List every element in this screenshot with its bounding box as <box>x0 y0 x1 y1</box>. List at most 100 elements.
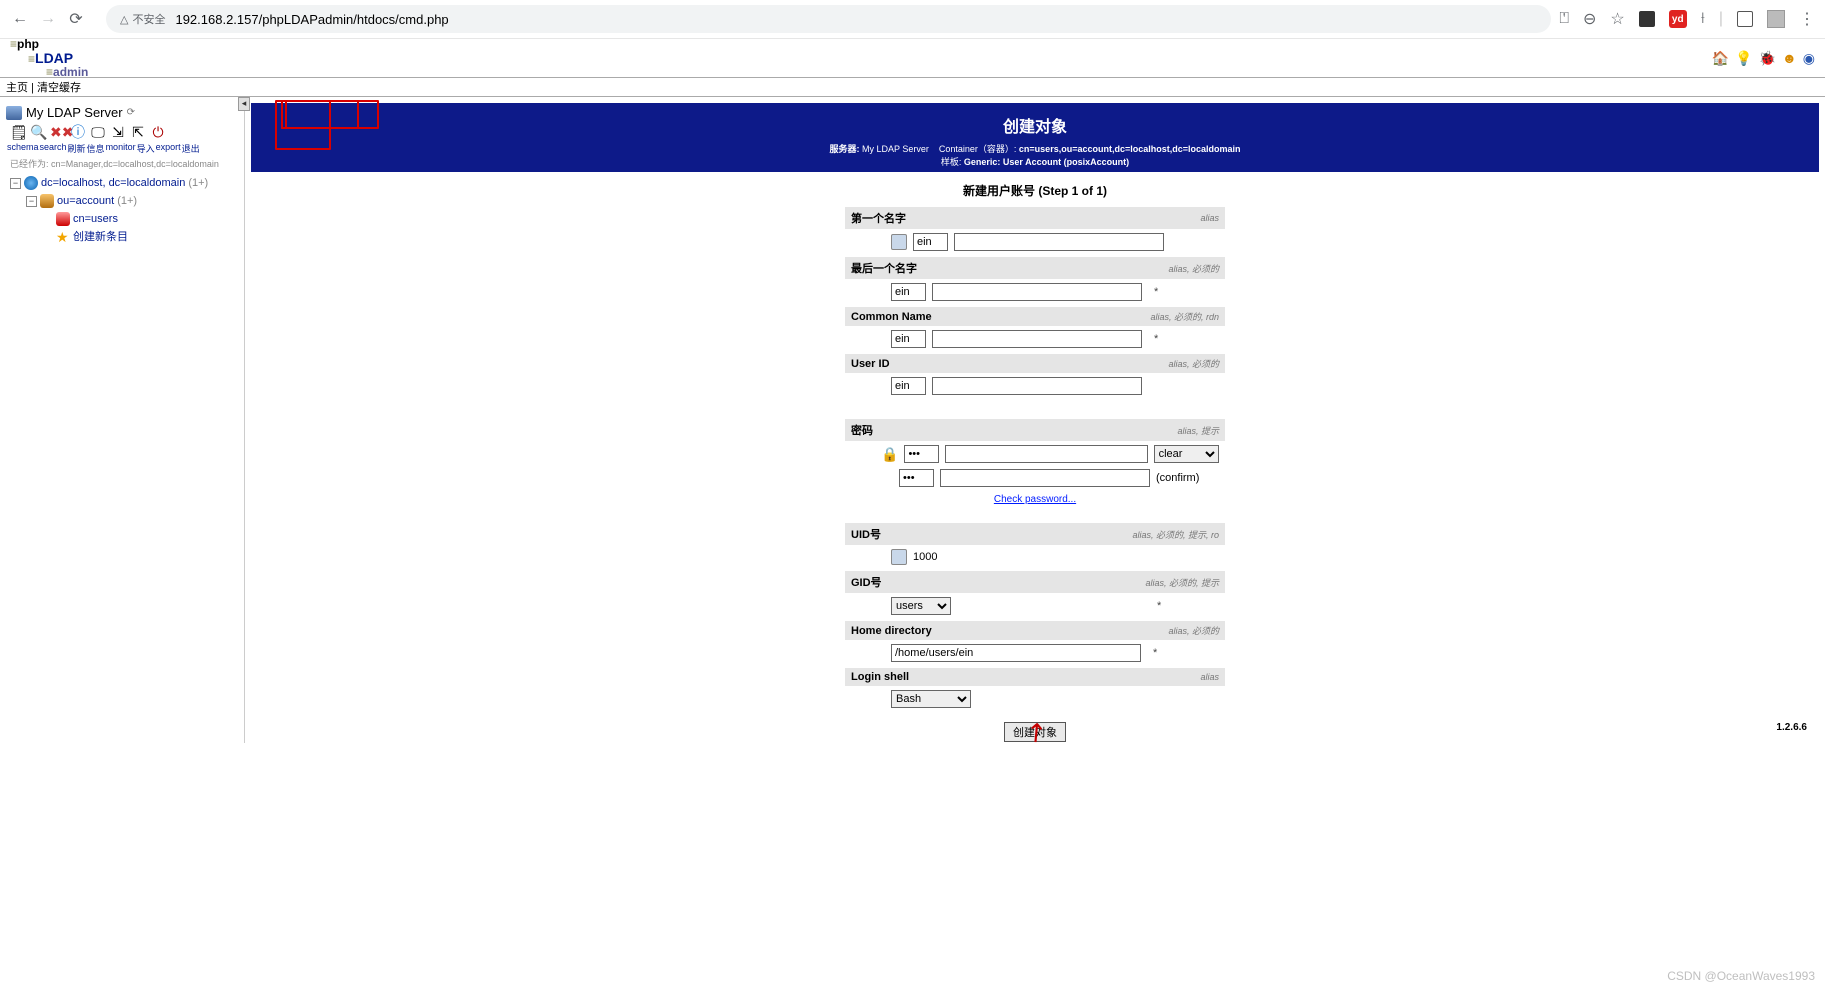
browser-chrome: ← → ⟳ △ 不安全 192.168.2.157/phpLDAPadmin/h… <box>0 0 1825 39</box>
sidepanel-icon[interactable] <box>1737 11 1753 27</box>
zoom-icon[interactable]: ⊖ <box>1583 9 1596 29</box>
server-toolbar: 🗒 🔍 ✖✖ ⓘ 🖵 ⇲ ⇱ ⏻ <box>6 122 242 142</box>
tree-new-entry[interactable]: 创建新条目 <box>73 228 128 246</box>
bug-icon[interactable]: 🐞 <box>1759 50 1776 67</box>
nav-forward-button[interactable]: → <box>38 9 58 29</box>
search-icon[interactable]: 🔍 <box>30 124 46 140</box>
tb-export[interactable]: export <box>156 142 181 155</box>
schema-icon[interactable]: 🗒 <box>10 124 26 140</box>
help-icon[interactable]: ◉ <box>1803 50 1815 67</box>
nav-reload-button[interactable]: ⟳ <box>66 9 86 29</box>
check-password-link[interactable]: Check password... <box>994 494 1076 505</box>
password-method-select[interactable]: clear <box>1154 445 1219 463</box>
cn-icon <box>56 212 70 226</box>
tree-collapse-icon[interactable]: − <box>26 196 37 207</box>
header-icons: 🏠 💡 🐞 ☻ ◉ <box>1712 50 1815 67</box>
password-confirm-input[interactable] <box>940 469 1150 487</box>
tb-schema[interactable]: schema <box>7 142 39 155</box>
section-first-name: 第一个名字alias <box>845 207 1225 229</box>
nav-back-button[interactable]: ← <box>10 9 30 29</box>
confirm-label: (confirm) <box>1156 472 1199 484</box>
nav-home[interactable]: 主页 <box>6 82 28 94</box>
extension-yd-icon[interactable]: yd <box>1669 10 1687 28</box>
star-icon: ★ <box>56 230 70 244</box>
import-icon[interactable]: ⇲ <box>110 124 126 140</box>
page-subtitle: 服务器: My LDAP Server Container（容器）: cn=us… <box>251 137 1819 168</box>
app-logo: ≡php ≡LDAP ≡admin <box>10 38 88 79</box>
tree-cn-users[interactable]: cn=users <box>73 210 118 228</box>
auth-as: 已经作为: cn=Manager,dc=localhost,dc=localdo… <box>6 155 242 172</box>
insecure-badge: △ 不安全 <box>120 11 165 27</box>
common-name-input[interactable] <box>932 330 1142 348</box>
common-name-prefix-input[interactable] <box>891 330 926 348</box>
server-icon <box>6 106 22 120</box>
bulb-icon[interactable]: 💡 <box>1735 50 1752 67</box>
ldap-tree: − dc=localhost, dc=localdomain (1+) − ou… <box>6 172 242 248</box>
tb-monitor[interactable]: monitor <box>106 142 136 155</box>
ou-icon <box>40 194 54 208</box>
uid-value: 1000 <box>913 551 937 563</box>
page-title: 创建对象 <box>251 113 1819 137</box>
tb-info[interactable]: 信息 <box>87 142 105 155</box>
tree-root[interactable]: dc=localhost, dc=localdomain <box>41 174 185 192</box>
server-title: My LDAP Server ⟳ <box>6 103 242 122</box>
first-name-prefix-input[interactable] <box>913 233 948 251</box>
section-user-id: User IDalias, 必须的 <box>845 354 1225 373</box>
globe-icon <box>24 176 38 190</box>
monitor-icon[interactable]: 🖵 <box>90 124 106 140</box>
home-icon[interactable]: 🏠 <box>1712 50 1729 67</box>
password-input[interactable] <box>945 445 1147 463</box>
server-toolbar-labels: schema search 刷新 信息 monitor 导入 export 退出 <box>6 142 242 155</box>
server-refresh-icon[interactable]: ⟳ <box>127 107 135 118</box>
profile-avatar[interactable] <box>1767 10 1785 28</box>
user-id-prefix-input[interactable] <box>891 377 926 395</box>
page-header: 创建对象 服务器: My LDAP Server Container（容器）: … <box>251 103 1819 172</box>
info-icon[interactable]: ⓘ <box>70 124 86 140</box>
refresh-icon[interactable]: ✖✖ <box>50 124 66 140</box>
url-text: 192.168.2.157/phpLDAPadmin/htdocs/cmd.ph… <box>175 12 448 27</box>
browser-actions: ⍞ ⊖ ☆ yd ⟊ | ⋮ <box>1559 9 1815 29</box>
person-icon <box>891 234 907 250</box>
password-prefix-input[interactable] <box>904 445 939 463</box>
section-last-name: 最后一个名字alias, 必须的 <box>845 257 1225 279</box>
address-bar[interactable]: △ 不安全 192.168.2.157/phpLDAPadmin/htdocs/… <box>106 5 1551 33</box>
section-shell: Login shellalias <box>845 668 1225 686</box>
star-icon[interactable]: ☆ <box>1610 9 1624 29</box>
tb-logout[interactable]: 退出 <box>182 142 200 155</box>
section-gid: GID号alias, 必须的, 提示 <box>845 571 1225 593</box>
tree-ou-account[interactable]: ou=account <box>57 192 114 210</box>
main-panel: 创建对象 服务器: My LDAP Server Container（容器）: … <box>245 103 1819 743</box>
extensions-icon[interactable]: ⟊ <box>1701 10 1705 28</box>
extension-dark-icon[interactable] <box>1639 11 1655 27</box>
first-name-input[interactable] <box>954 233 1164 251</box>
tb-refresh[interactable]: 刷新 <box>68 142 86 155</box>
top-nav: 主页 | 清空缓存 <box>0 77 1825 97</box>
last-name-input[interactable] <box>932 283 1142 301</box>
app-header: ≡php ≡LDAP ≡admin 🏠 💡 🐞 ☻ ◉ <box>0 39 1825 77</box>
watermark: CSDN @OceanWaves1993 <box>1667 969 1815 983</box>
lock-icon: 🔒 <box>881 446 898 463</box>
tb-search[interactable]: search <box>40 142 67 155</box>
home-directory-input[interactable] <box>891 644 1141 662</box>
password-confirm-prefix-input[interactable] <box>899 469 934 487</box>
logout-icon[interactable]: ⏻ <box>150 124 166 140</box>
smiley-icon[interactable]: ☻ <box>1782 50 1797 66</box>
main-layout: ◂ My LDAP Server ⟳ 🗒 🔍 ✖✖ ⓘ 🖵 ⇲ ⇱ ⏻ sche… <box>0 97 1825 743</box>
kebab-menu-icon[interactable]: ⋮ <box>1799 9 1815 29</box>
user-id-input[interactable] <box>932 377 1142 395</box>
key-icon[interactable]: ⍞ <box>1559 10 1569 28</box>
section-uid: UID号alias, 必须的, 提示, ro <box>845 523 1225 545</box>
tree-collapse-icon[interactable]: − <box>10 178 21 189</box>
step-title: 新建用户账号 (Step 1 of 1) <box>251 182 1819 199</box>
section-home: Home directoryalias, 必须的 <box>845 621 1225 640</box>
version-label: 1.2.6.6 <box>1776 722 1807 733</box>
section-common-name: Common Namealias, 必须的, rdn <box>845 307 1225 326</box>
login-shell-select[interactable]: Bash <box>891 690 971 708</box>
last-name-prefix-input[interactable] <box>891 283 926 301</box>
tb-import[interactable]: 导入 <box>137 142 155 155</box>
section-password: 密码alias, 提示 <box>845 419 1225 441</box>
uid-icon <box>891 549 907 565</box>
gid-select[interactable]: users <box>891 597 951 615</box>
nav-purge[interactable]: 清空缓存 <box>37 82 81 94</box>
export-icon[interactable]: ⇱ <box>130 124 146 140</box>
